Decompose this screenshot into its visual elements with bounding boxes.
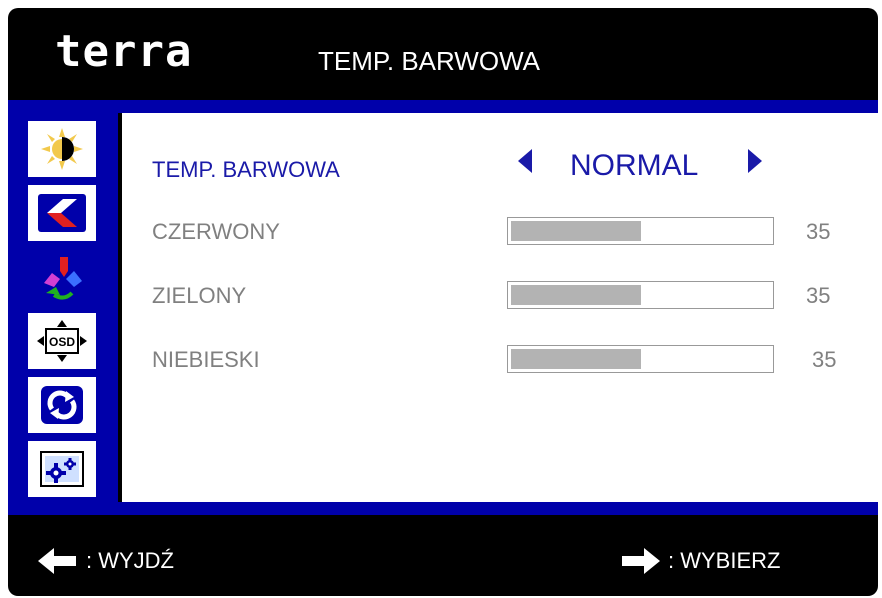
reset-icon — [41, 386, 83, 424]
color-settings-icon — [44, 257, 82, 300]
color-temp-label: TEMP. BARWOWA — [152, 157, 340, 182]
green-label: ZIELONY — [152, 283, 247, 308]
exit-label: : WYJDŹ — [86, 548, 174, 573]
arrow-right-icon — [622, 548, 660, 574]
page-title: TEMP. BARWOWA — [318, 46, 540, 76]
misc-settings-icon — [40, 451, 84, 487]
osd-settings-icon: OSD — [37, 320, 87, 362]
blue-slider[interactable] — [507, 345, 774, 373]
header: terra TEMP. BARWOWA — [8, 8, 878, 100]
blue-label: NIEBIESKI — [152, 347, 260, 372]
svg-text:OSD: OSD — [49, 335, 75, 349]
tab-misc[interactable] — [28, 441, 96, 497]
green-slider-fill — [511, 285, 641, 305]
tab-osd[interactable]: OSD — [28, 313, 96, 369]
arrow-left-icon[interactable] — [518, 149, 532, 173]
image-position-icon — [38, 194, 86, 232]
select-label: : WYBIERZ — [668, 548, 781, 573]
select-hint[interactable]: : WYBIERZ — [620, 548, 780, 574]
footer-divider — [8, 502, 878, 515]
tab-brightness[interactable] — [28, 121, 96, 177]
green-value: 35 — [806, 283, 831, 308]
red-slider-fill — [511, 221, 641, 241]
brand-logo: terra — [55, 26, 193, 77]
arrow-left-icon — [38, 548, 76, 574]
blue-value: 35 — [812, 347, 837, 372]
brightness-contrast-icon — [41, 128, 83, 170]
tab-image[interactable] — [28, 185, 96, 241]
green-slider[interactable] — [507, 281, 774, 309]
osd-window: terra TEMP. BARWOWA OSD TEMP. BARWOWA NO… — [8, 8, 878, 596]
red-slider[interactable] — [507, 217, 774, 245]
red-value: 35 — [806, 219, 831, 244]
tab-color[interactable] — [28, 249, 96, 305]
header-divider — [8, 100, 878, 113]
tab-reset[interactable] — [28, 377, 96, 433]
red-label: CZERWONY — [152, 219, 280, 244]
exit-hint[interactable]: : WYJDŹ — [38, 548, 174, 574]
blue-slider-fill — [511, 349, 641, 369]
color-temp-value: NORMAL — [570, 149, 699, 182]
arrow-right-icon[interactable] — [748, 149, 762, 173]
menu-content: TEMP. BARWOWA NORMAL CZERWONY 35 ZIELONY… — [122, 113, 878, 502]
sidebar: OSD — [8, 113, 118, 502]
